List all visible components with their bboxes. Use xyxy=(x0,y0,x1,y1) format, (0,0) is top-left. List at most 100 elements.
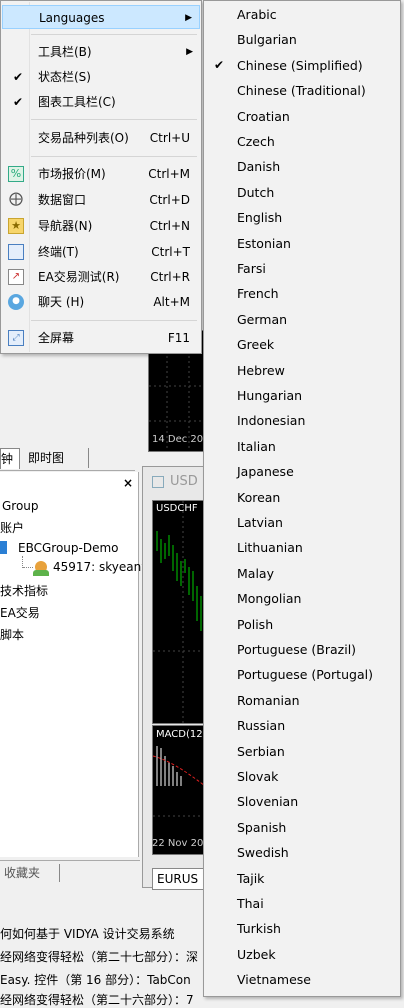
nav-experts[interactable]: EA交易 xyxy=(0,604,40,621)
nav-scripts[interactable]: 脚本 xyxy=(0,626,24,643)
menu-item-label: EA交易测试(R) xyxy=(38,270,120,284)
nav-account-server[interactable]: EBCGroup-Demo xyxy=(18,541,119,555)
price-chart xyxy=(152,500,206,724)
language-option[interactable]: Latvian xyxy=(237,515,283,530)
nav-indicators[interactable]: 技术指标 xyxy=(0,582,48,599)
navigator-star-icon: ★ xyxy=(8,218,24,234)
language-option[interactable]: Danish xyxy=(237,159,280,174)
menu-item-label: 工具栏(B) xyxy=(38,45,92,59)
macd-subwindow xyxy=(152,725,206,855)
user-icon-body xyxy=(33,570,49,576)
language-option[interactable]: Mongolian xyxy=(237,591,301,606)
languages-submenu: Arabic Bulgarian Chinese (Simplified) ✔ Chin… xyxy=(203,0,401,997)
menu-item-chart-toolbar[interactable]: ✔ 图表工具栏(C) xyxy=(2,90,200,114)
language-option[interactable]: Portuguese (Brazil) xyxy=(237,642,356,657)
menu-item-fullscreen[interactable]: ⤢ 全屏幕 F11 xyxy=(2,326,200,350)
menu-separator xyxy=(31,34,197,35)
language-option[interactable]: Portuguese (Portugal) xyxy=(237,667,373,682)
menu-item-navigator[interactable]: ★ 导航器(N) Ctrl+N xyxy=(2,214,200,238)
language-option[interactable]: Chinese (Simplified) xyxy=(237,58,363,73)
language-option[interactable]: Serbian xyxy=(237,744,285,759)
menu-item-chat[interactable]: ● 聊天 (H) Alt+M xyxy=(2,290,200,314)
chart-symbol-label: USDCHF xyxy=(156,503,198,514)
language-option[interactable]: Thai xyxy=(237,896,264,911)
view-menu: Languages ▶ 工具栏(B) ▶ ✔ 状态栏(S) ✔ 图表工具栏(C)… xyxy=(0,0,202,354)
menu-item-languages[interactable]: Languages ▶ xyxy=(2,5,200,29)
language-option[interactable]: French xyxy=(237,286,279,301)
language-option[interactable]: Romanian xyxy=(237,693,300,708)
menu-item-market-watch[interactable]: % 市场报价(M) Ctrl+M xyxy=(2,162,200,186)
language-option[interactable]: Malay xyxy=(237,566,274,581)
language-option[interactable]: Uzbek xyxy=(237,947,276,962)
navigator-close-button[interactable]: × xyxy=(123,476,133,490)
language-option[interactable]: Greek xyxy=(237,337,274,352)
language-option[interactable]: Hungarian xyxy=(237,388,302,403)
menu-item-toolbars[interactable]: 工具栏(B) ▶ xyxy=(2,40,200,64)
language-option[interactable]: Russian xyxy=(237,718,285,733)
menu-item-symbols[interactable]: 交易品种列表(O) Ctrl+U xyxy=(2,126,200,150)
menu-item-data-window[interactable]: ⨁ 数据窗口 Ctrl+D xyxy=(2,188,200,212)
price-chart-candles xyxy=(153,501,205,723)
language-option[interactable]: Croatian xyxy=(237,109,290,124)
language-option[interactable]: Swedish xyxy=(237,845,289,860)
language-option[interactable]: Estonian xyxy=(237,236,291,251)
news-item[interactable]: 经网络变得轻松（第二十六部分）：7 xyxy=(0,991,194,1008)
checkmark-icon: ✔ xyxy=(214,58,225,72)
market-watch-icon: % xyxy=(8,166,24,182)
nav-account-id[interactable]: 45917: skyeanw xyxy=(53,560,151,574)
language-option[interactable]: Slovenian xyxy=(237,794,298,809)
nav-accounts[interactable]: 账户 xyxy=(0,519,24,536)
tab-favorites[interactable]: 收藏夹 xyxy=(0,864,60,882)
chart-date-bottom: 22 Nov 20 xyxy=(152,838,204,849)
language-option[interactable]: Korean xyxy=(237,490,280,505)
menu-item-terminal[interactable]: 终端(T) Ctrl+T xyxy=(2,240,200,264)
tab-minute[interactable]: 钟 xyxy=(0,448,20,469)
menu-shortcut: F11 xyxy=(167,331,190,345)
nav-group[interactable]: Group xyxy=(2,499,39,513)
tree-line xyxy=(23,567,33,569)
language-option[interactable]: Dutch xyxy=(237,185,274,200)
checkmark-icon: ✔ xyxy=(13,95,24,109)
menu-shortcut: Ctrl+D xyxy=(149,193,190,207)
language-option[interactable]: Arabic xyxy=(237,7,277,22)
menu-shortcut: Ctrl+M xyxy=(148,167,190,181)
news-item[interactable]: 何如何基于 VIDYA 设计交易系统 xyxy=(0,925,175,942)
macd-label: MACD(12 xyxy=(156,729,203,740)
chart-date-top: 14 Dec 202 xyxy=(152,434,210,445)
menu-item-status-bar[interactable]: ✔ 状态栏(S) xyxy=(2,65,200,89)
language-option[interactable]: Farsi xyxy=(237,261,266,276)
chart-tab-eurusd[interactable]: EURUS xyxy=(152,868,210,890)
menu-separator xyxy=(31,119,197,120)
crosshair-icon: ⨁ xyxy=(9,191,23,207)
language-option[interactable]: Bulgarian xyxy=(237,32,297,47)
tab-tick-chart[interactable]: 即时图 xyxy=(22,448,89,468)
language-option[interactable]: Czech xyxy=(237,134,275,149)
fullscreen-icon: ⤢ xyxy=(8,330,24,346)
checkmark-icon: ✔ xyxy=(13,70,24,84)
language-option[interactable]: Japanese xyxy=(237,464,294,479)
language-option[interactable]: Italian xyxy=(237,439,276,454)
language-option[interactable]: Chinese (Traditional) xyxy=(237,83,366,98)
language-option[interactable]: Spanish xyxy=(237,820,286,835)
language-option[interactable]: Polish xyxy=(237,617,273,632)
menu-shortcut: Ctrl+U xyxy=(149,131,190,145)
menu-item-strategy-tester[interactable]: ↗ EA交易测试(R) Ctrl+R xyxy=(2,265,200,289)
language-option[interactable]: Hebrew xyxy=(237,363,285,378)
language-option[interactable]: Tajik xyxy=(237,871,264,886)
language-option[interactable]: Vietnamese xyxy=(237,972,311,987)
menu-item-label: 图表工具栏(C) xyxy=(38,95,116,109)
news-item[interactable]: Easy. 控件（第 16 部分）：TabCon xyxy=(0,971,191,988)
language-option[interactable]: English xyxy=(237,210,282,225)
chart-window-title: USD xyxy=(170,474,198,489)
menu-item-label: 终端(T) xyxy=(38,245,79,259)
language-option[interactable]: German xyxy=(237,312,287,327)
language-option[interactable]: Indonesian xyxy=(237,413,305,428)
submenu-arrow-icon: ▶ xyxy=(186,47,193,57)
menu-item-label: 导航器(N) xyxy=(38,219,93,233)
menu-item-label: 全屏幕 xyxy=(38,331,75,345)
language-option[interactable]: Turkish xyxy=(237,921,281,936)
menu-shortcut: Ctrl+N xyxy=(149,219,190,233)
language-option[interactable]: Slovak xyxy=(237,769,278,784)
language-option[interactable]: Lithuanian xyxy=(237,540,303,555)
news-item[interactable]: 经网络变得轻松（第二十七部分）：深 xyxy=(0,948,198,965)
